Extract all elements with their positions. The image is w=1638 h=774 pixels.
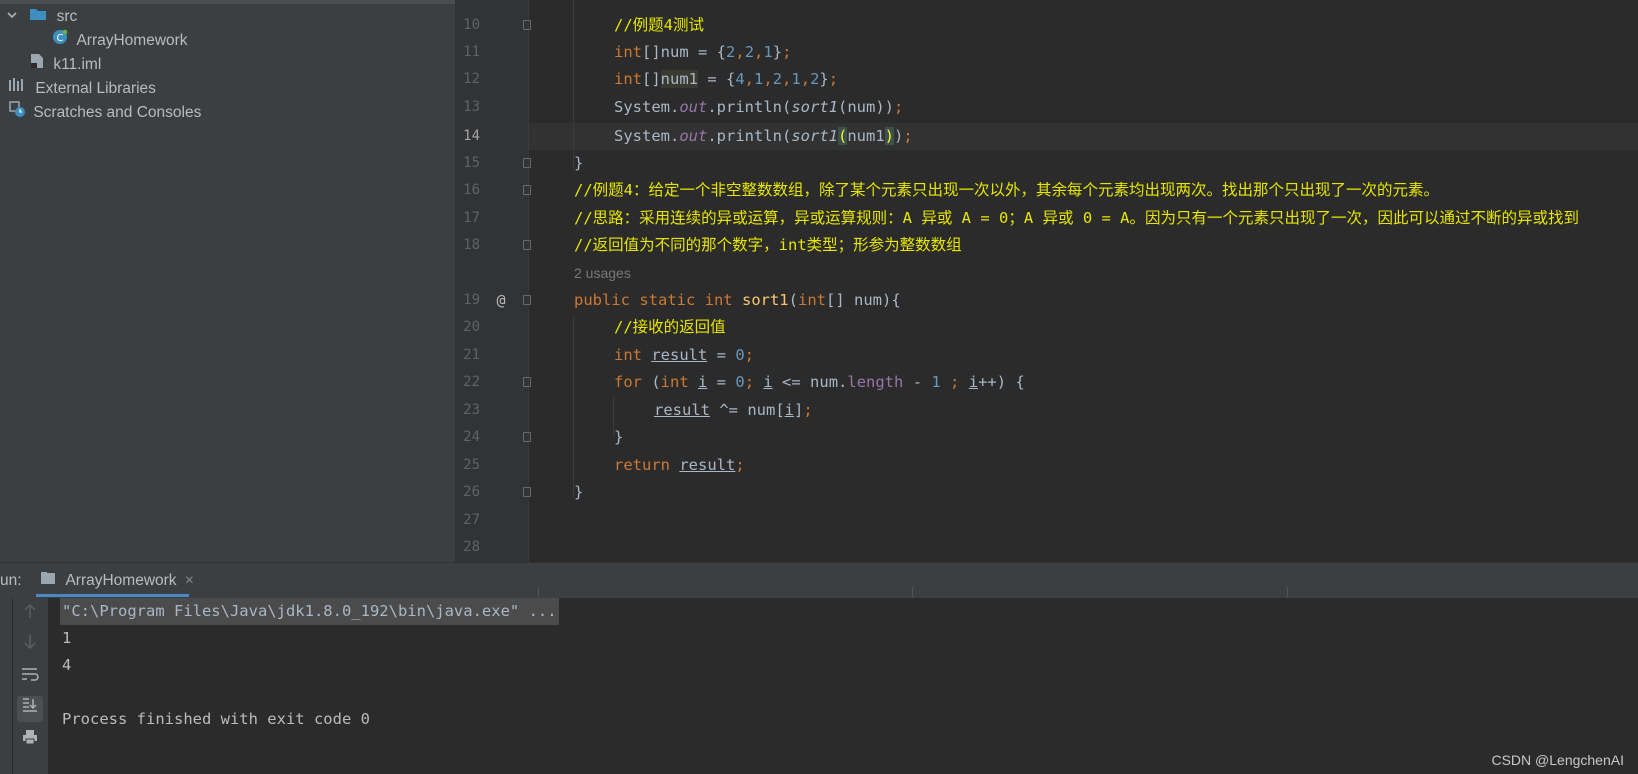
scroll-to-end-icon[interactable]	[17, 696, 43, 722]
line-number: 15	[463, 155, 480, 171]
fold-marker-icon[interactable]	[523, 240, 531, 250]
divider	[912, 587, 913, 597]
implements-gutter-icon[interactable]: @	[491, 287, 511, 314]
indent-guide	[573, 317, 574, 497]
code-line-14: System.out.println(sort1(num1));	[614, 127, 913, 145]
fold-marker-icon[interactable]	[523, 185, 531, 195]
console-output-line: 4	[62, 656, 72, 674]
chevron-down-icon[interactable]	[6, 4, 20, 29]
code-line-16: //例题4：给定一个非空整数数组，除了某个元素只出现一次以外，其余每个元素均出现…	[574, 177, 1439, 204]
line-number: 23	[463, 402, 480, 418]
line-number: 27	[463, 512, 480, 528]
code-line-15: }	[574, 154, 584, 172]
code-line-19: public static int sort1(int[] num){	[574, 291, 901, 309]
line-number: 17	[463, 210, 480, 226]
line-number: 13	[463, 99, 480, 115]
fold-marker-icon[interactable]	[523, 432, 531, 442]
usages-hint[interactable]: 2 usages	[574, 260, 631, 287]
console-output-line: 1	[62, 629, 72, 647]
line-number: 19	[463, 292, 480, 308]
code-line-24: }	[614, 428, 624, 446]
soft-wrap-icon[interactable]	[17, 665, 43, 691]
line-number: 12	[463, 71, 480, 87]
indent-guide	[573, 0, 574, 170]
line-number: 20	[463, 319, 480, 335]
fold-marker-icon[interactable]	[523, 295, 531, 305]
code-line-18: //返回值为不同的那个数字，int类型；形参为整数数组	[574, 232, 962, 259]
line-number: 18	[463, 237, 480, 253]
tree-item-label: src	[56, 8, 78, 25]
comment: //例题4测试	[614, 16, 704, 34]
svg-text:C: C	[57, 33, 64, 44]
run-console[interactable]: "C:\Program Files\Java\jdk1.8.0_192\bin\…	[0, 598, 1638, 774]
fold-divider	[528, 0, 529, 562]
code-line-22: for (int i = 0; i <= num.length - 1 ; i+…	[614, 373, 1025, 391]
code-line-21: int result = 0;	[614, 346, 755, 364]
code-line-23: result ^= num[i];	[654, 401, 813, 419]
outer-toolbar-strip	[0, 598, 13, 774]
code-line-11: int[]num = {2,2,1};	[614, 43, 792, 61]
console-exit-line: Process finished with exit code 0	[62, 710, 370, 728]
fold-marker-icon[interactable]	[523, 377, 531, 387]
scratches-icon	[8, 100, 26, 126]
code-line-10: //例题4测试	[614, 12, 704, 39]
fold-marker-icon[interactable]	[523, 20, 531, 30]
line-number-current: 14	[463, 128, 480, 144]
line-number: 21	[463, 347, 480, 363]
fold-marker-icon[interactable]	[523, 487, 531, 497]
code-line-17: //思路：采用连续的异或运算，异或运算规则：A 异或 A = 0；A 异或 0 …	[574, 205, 1579, 232]
tree-item-scratches[interactable]: Scratches and Consoles	[8, 100, 201, 125]
project-panel: src C ArrayHomework k11.iml External Lib…	[0, 0, 456, 562]
tree-item-label: k11.iml	[53, 56, 102, 73]
comment: //接收的返回值	[614, 318, 726, 336]
run-tab-label: ArrayHomework	[65, 572, 177, 589]
tree-item-label: External Libraries	[35, 80, 156, 97]
code-editor[interactable]: 10 11 12 13 14 15 16 17 18 19 20 21 22 2…	[456, 0, 1638, 562]
watermark: CSDN @LengchenAI	[1491, 752, 1624, 768]
libraries-icon	[8, 76, 26, 101]
tree-item-src[interactable]: src	[6, 4, 77, 29]
code-line-12: int[]num1 = {4,1,2,1,2};	[614, 70, 839, 88]
comment: //返回值为不同的那个数字，int类型；形参为整数数组	[574, 236, 962, 254]
code-line-26: }	[574, 483, 584, 501]
line-number: 28	[463, 539, 480, 555]
line-number: 10	[463, 17, 480, 33]
print-icon[interactable]	[17, 728, 43, 754]
tree-item-label: Scratches and Consoles	[33, 104, 202, 122]
console-command-line: "C:\Program Files\Java\jdk1.8.0_192\bin\…	[60, 598, 559, 625]
run-toolbar: un: ArrayHomework ×	[0, 562, 1638, 599]
divider	[538, 587, 539, 597]
console-side-toolbar	[0, 598, 48, 774]
code-line-13: System.out.println(sort1(num));	[614, 98, 904, 116]
scroll-up-icon[interactable]	[17, 602, 43, 628]
tree-item-k11-iml[interactable]: k11.iml	[30, 52, 101, 77]
divider	[1287, 587, 1288, 597]
line-number: 22	[463, 374, 480, 390]
line-number: 24	[463, 429, 480, 445]
run-label: un:	[0, 572, 22, 589]
code-line-20: //接收的返回值	[614, 314, 726, 341]
iml-file-icon	[30, 52, 44, 77]
fold-marker-icon[interactable]	[523, 158, 531, 168]
java-class-icon: C	[52, 28, 68, 53]
code-line-25: return result;	[614, 456, 745, 474]
scroll-down-icon[interactable]	[17, 633, 43, 659]
close-tab-icon[interactable]: ×	[185, 572, 194, 589]
line-number: 26	[463, 484, 480, 500]
run-tab-arrayhomework[interactable]: ArrayHomework ×	[40, 563, 194, 598]
folder-icon	[29, 4, 47, 29]
comment: //例题4：给定一个非空整数数组，除了某个元素只出现一次以外，其余每个元素均出现…	[574, 181, 1439, 199]
active-tab-underline	[36, 594, 189, 597]
tree-item-external-libraries[interactable]: External Libraries	[8, 76, 156, 101]
line-number: 11	[463, 44, 480, 60]
tree-item-label: ArrayHomework	[76, 32, 188, 49]
tree-item-arrayhomework[interactable]: C ArrayHomework	[52, 28, 188, 53]
comment: //思路：采用连续的异或运算，异或运算规则：A 异或 A = 0；A 异或 0 …	[574, 209, 1579, 227]
line-number: 25	[463, 457, 480, 473]
line-number: 16	[463, 182, 480, 198]
